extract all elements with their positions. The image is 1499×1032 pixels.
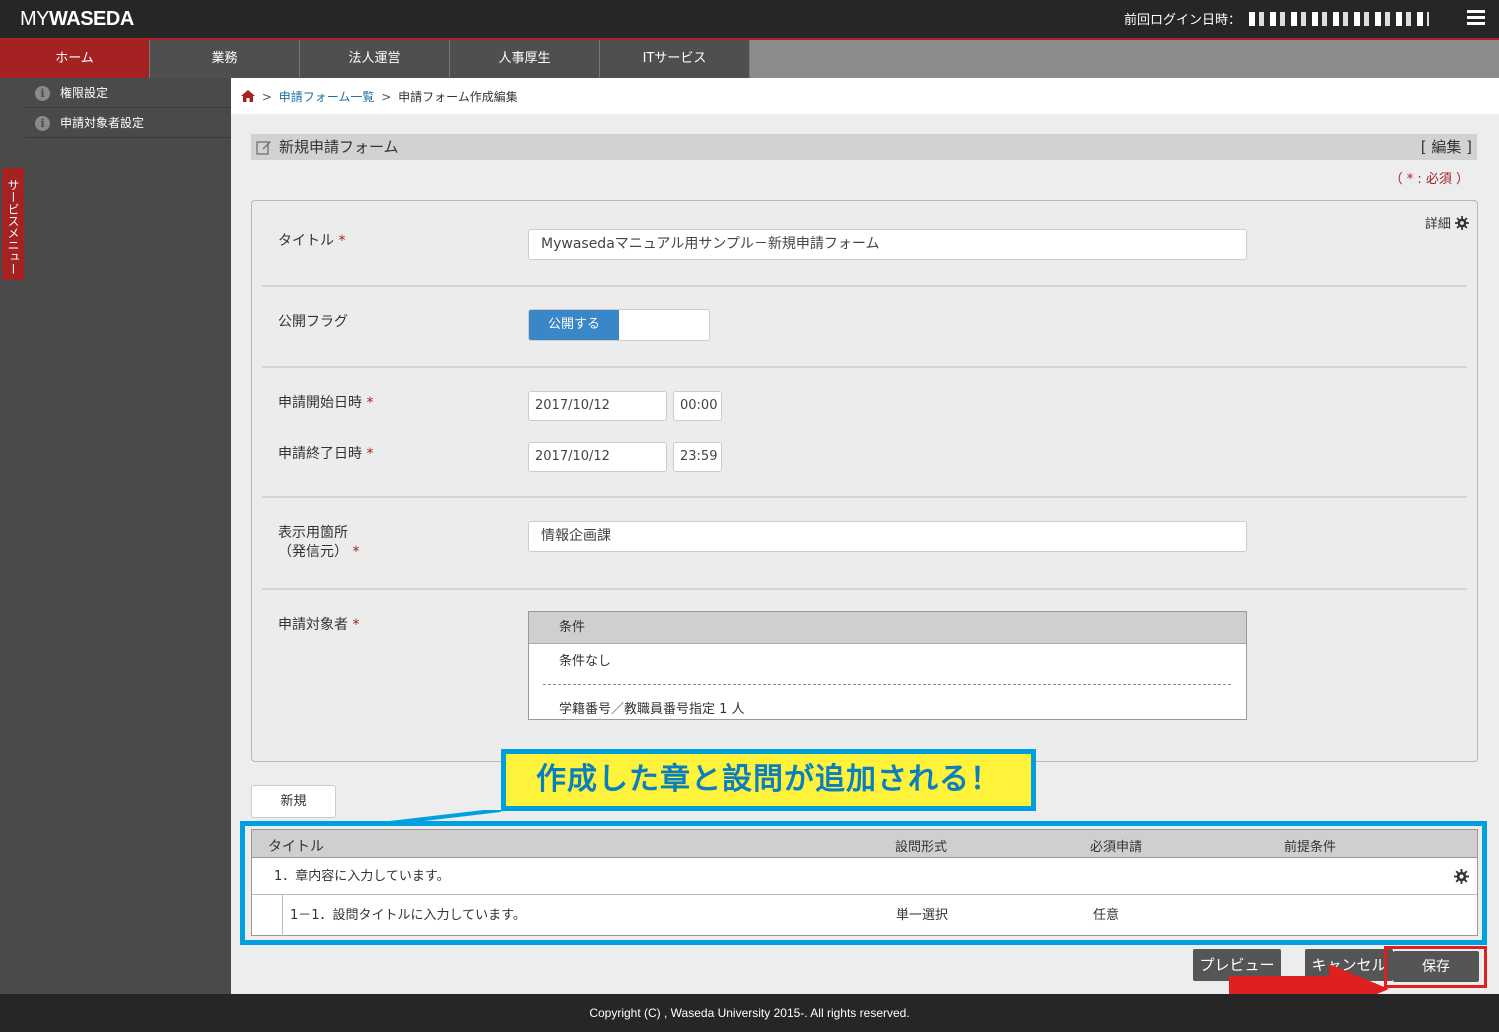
sidebar-item-target-settings[interactable]: i 申請対象者設定 <box>25 108 231 138</box>
global-nav: ホーム 業務 法人運営 人事厚生 ITサービス <box>0 40 1499 78</box>
question-title: 1－1．設問タイトルに入力しています。 <box>290 908 526 923</box>
annotation-callout-text: 作成した章と設問が追加される！ <box>506 754 1031 806</box>
end-time-input[interactable]: 23:59 <box>673 442 722 472</box>
condition-row[interactable]: 学籍番号／教職員番号指定 1 人 <box>559 698 745 717</box>
breadcrumb-form-list-link[interactable]: 申請フォーム一覧 <box>279 90 375 104</box>
end-date-input[interactable]: 2017/10/12 <box>528 442 667 472</box>
sidebar-item-label: 権限設定 <box>60 86 109 100</box>
title-input[interactable]: Mywasedaマニュアル用サンプル－新規申請フォーム <box>528 229 1247 260</box>
column-header-required: 必須申請 <box>1090 840 1143 855</box>
form-panel: 詳細 タイトル * Mywasedaマニュアル用サンプル－新規申請フォーム 公開… <box>251 200 1478 762</box>
column-header-format: 設問形式 <box>895 840 948 855</box>
logo-my: MY <box>20 8 50 30</box>
required-note: （ * : 必須 ） <box>1389 172 1469 187</box>
chapter-title: 1．章内容に入力しています。 <box>274 869 450 884</box>
tab-home[interactable]: ホーム <box>0 40 150 78</box>
display-label: 表示用箇所 <box>278 525 348 541</box>
table-row-question[interactable]: 1－1．設問タイトルに入力しています。 単一選択 任意 <box>282 895 1478 936</box>
logo[interactable]: MYWASEDA <box>20 8 134 31</box>
detail-link[interactable]: 詳細 <box>1425 213 1469 232</box>
end-datetime-label: 申請終了日時 * <box>278 446 374 462</box>
start-time-input[interactable]: 00:00 <box>673 391 722 421</box>
last-login-info: 前回ログイン日時： <box>1124 9 1429 28</box>
top-bar: MYWASEDA 前回ログイン日時： <box>0 0 1499 40</box>
breadcrumb-separator: > <box>381 90 392 104</box>
condition-table: 条件 条件なし 学籍番号／教職員番号指定 1 人 <box>528 611 1247 720</box>
tab-business[interactable]: 業務 <box>150 40 300 78</box>
divider <box>262 285 1467 287</box>
last-login-label: 前回ログイン日時： <box>1123 13 1241 28</box>
condition-header: 条件 <box>529 612 1246 644</box>
section-header: 新規申請フォーム [ 編集 ] <box>251 134 1477 160</box>
main-content: > 申請フォーム一覧 > 申請フォーム作成編集 新規申請フォーム [ 編集 ] … <box>231 78 1499 1014</box>
section-title: 新規申請フォーム <box>279 138 399 156</box>
breadcrumb: > 申請フォーム一覧 > 申請フォーム作成編集 <box>231 78 1499 114</box>
gear-icon[interactable] <box>1454 869 1469 884</box>
breadcrumb-current: 申請フォーム作成編集 <box>398 90 518 104</box>
tab-it-service[interactable]: ITサービス <box>600 40 750 78</box>
sidebar: サービスメニュー i 権限設定 i 申請対象者設定 <box>0 78 231 994</box>
publish-toggle-on[interactable]: 公開する <box>529 310 619 340</box>
breadcrumb-separator: > <box>261 90 272 104</box>
service-menu-tab[interactable]: サービスメニュー <box>2 168 24 280</box>
tab-hr[interactable]: 人事厚生 <box>450 40 600 78</box>
divider <box>262 496 1467 498</box>
table-header: タイトル 設問形式 必須申請 前提条件 <box>252 830 1477 858</box>
logo-waseda: WASEDA <box>49 8 134 30</box>
home-icon[interactable] <box>241 90 255 102</box>
tab-corporate[interactable]: 法人運営 <box>300 40 450 78</box>
condition-row[interactable]: 条件なし <box>559 650 611 669</box>
divider <box>262 366 1467 368</box>
question-table: タイトル 設問形式 必須申請 前提条件 1．章内容に入力しています。 1－1．設… <box>251 829 1478 936</box>
column-header-precondition: 前提条件 <box>1284 840 1337 855</box>
footer-copyright: Copyright (C) , Waseda University 2015-.… <box>0 994 1499 1032</box>
annotation-callout: 作成した章と設問が追加される！ <box>501 749 1036 811</box>
info-icon: i <box>35 86 50 101</box>
edit-link[interactable]: [ 編集 ] <box>1421 134 1472 160</box>
gear-icon <box>1455 216 1469 230</box>
condition-divider <box>543 684 1231 685</box>
edit-icon <box>256 141 271 155</box>
sidebar-item-permissions[interactable]: i 権限設定 <box>25 78 231 108</box>
table-row-chapter[interactable]: 1．章内容に入力しています。 <box>252 858 1477 895</box>
title-label: タイトル * <box>278 233 346 249</box>
question-format: 単一選択 <box>896 908 949 923</box>
menu-icon[interactable] <box>1467 10 1485 28</box>
detail-label: 詳細 <box>1424 217 1451 232</box>
divider <box>262 588 1467 590</box>
target-label: 申請対象者 * <box>278 617 360 633</box>
sidebar-item-label: 申請対象者設定 <box>60 116 145 130</box>
info-icon: i <box>35 116 50 131</box>
display-source-input[interactable]: 情報企画課 <box>528 521 1247 552</box>
start-datetime-label: 申請開始日時 * <box>278 395 374 411</box>
publish-toggle[interactable]: 公開する <box>528 309 710 341</box>
annotation-save-highlight <box>1384 946 1487 988</box>
masked-login-datetime <box>1249 11 1429 26</box>
display-label-sub: （発信元） * <box>278 544 360 560</box>
publish-flag-label: 公開フラグ <box>278 314 348 330</box>
column-header-title: タイトル <box>268 839 324 855</box>
new-button[interactable]: 新規 <box>251 785 336 818</box>
start-date-input[interactable]: 2017/10/12 <box>528 391 667 421</box>
question-required: 任意 <box>1093 908 1120 923</box>
